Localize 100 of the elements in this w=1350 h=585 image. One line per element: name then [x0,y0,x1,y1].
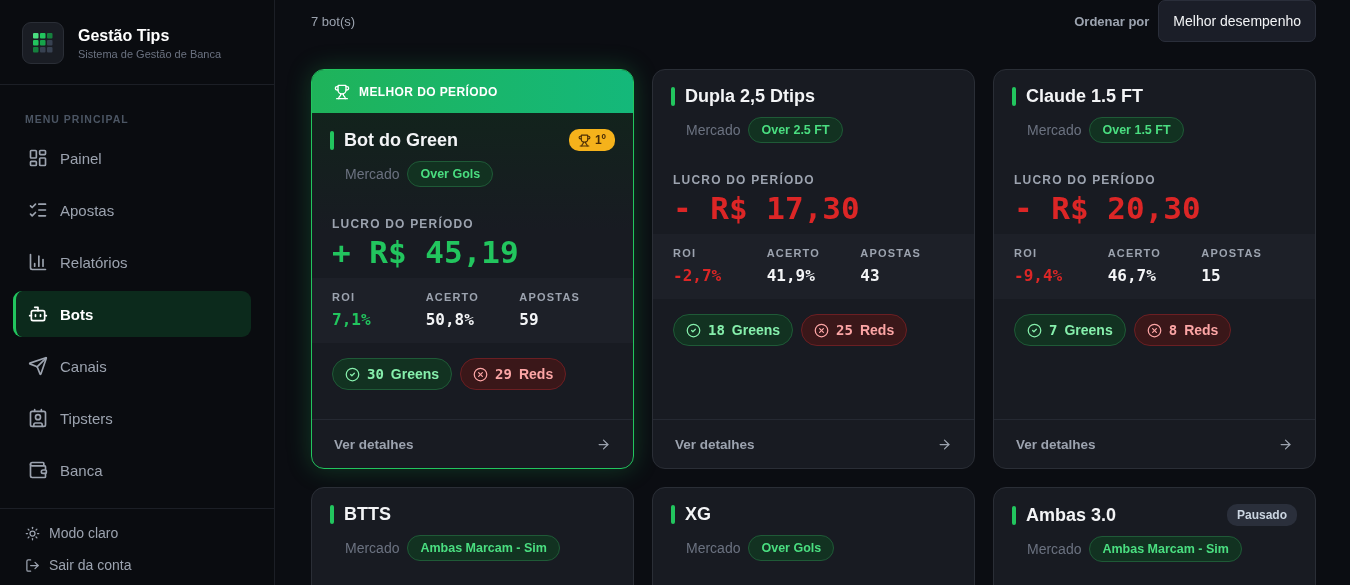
nav-item[interactable]: Relatórios [13,239,251,285]
details-link[interactable]: Ver detalhes [653,419,974,468]
nav-item[interactable]: Bots [13,291,251,337]
profit-label: LUCRO DO PERÍODO [1014,173,1157,187]
accent-bar [671,87,675,106]
arrow-right-icon [1278,436,1293,452]
result-count: 7 [1049,322,1058,338]
bot-name: XG [685,504,712,525]
result-label: Reds [1184,322,1219,338]
result-label: Greens [731,322,781,338]
stat-label: APOSTAS [1201,247,1264,259]
market-label: Mercado [345,166,400,182]
result-label: Greens [1064,322,1113,338]
nav-item[interactable]: Tipsters [13,395,251,441]
accent-bar [330,130,334,150]
accent-bar [671,505,675,524]
logout-link[interactable]: Sair da conta [25,557,249,573]
market-label: Mercado [1027,122,1082,138]
market-tag: Ambas Marcam - Sim [1089,536,1242,562]
x-icon [473,366,489,382]
nav-item[interactable]: Banca [13,447,251,493]
arrow-right-icon [937,436,952,452]
menu-heading: MENU PRINCIPAL [24,112,130,127]
stat-value: 59 [519,310,540,329]
market-label: Mercado [686,540,741,556]
theme-toggle[interactable]: Modo claro [25,525,249,541]
bot-name: BTTS [344,504,392,525]
check-icon [345,366,360,382]
nav-item[interactable]: Apostas [13,187,251,233]
nav-icon [28,200,48,220]
sun-icon [25,525,40,541]
rank-badge: 1º [568,129,615,151]
sort-select[interactable]: Melhor desempenho [1158,0,1316,42]
bot-name: Ambas 3.0 [1026,504,1118,526]
stat-value: 41,9% [766,266,816,285]
x-icon [814,322,830,338]
trophy-icon [334,83,350,100]
stat-value: -9,4% [1014,266,1064,285]
market-tag: Over 2.5 FT [748,117,843,143]
stat-label: ACERTO [766,247,822,259]
stat-label: APOSTAS [860,247,923,259]
accent-bar [1012,505,1016,525]
bot-name: Claude 1.5 FT [1026,86,1145,107]
profit-value: + R$ 45,19 [332,234,520,270]
arrow-right-icon [596,436,611,452]
profit-label: LUCRO DO PERÍODO [332,217,475,231]
stat-label: ACERTO [425,291,481,303]
result-label: Reds [859,322,895,338]
result-count: 30 [367,366,384,382]
nav-icon [28,460,48,480]
stat-value: 15 [1201,266,1222,285]
nav-icon [28,304,48,324]
stat-value: 7,1% [332,310,372,329]
market-tag: Over 1.5 FT [1089,117,1184,143]
details-link[interactable]: Ver detalhes [312,419,633,468]
stat-label: APOSTAS [519,291,582,303]
stat-value: -2,7% [673,266,723,285]
sort-label: Ordenar por [1074,13,1150,29]
result-label: Reds [518,366,554,382]
result-count: 25 [836,322,853,338]
market-label: Mercado [1027,541,1082,557]
result-count: 29 [495,366,512,382]
stat-value: 43 [860,266,881,285]
market-label: Mercado [686,122,741,138]
status-badge: Pausado [1227,504,1297,526]
stat-label: ROI [332,291,357,303]
market-tag: Over Gols [407,161,494,187]
details-link[interactable]: Ver detalhes [994,419,1315,468]
profit-value: - R$ 20,30 [1014,190,1202,226]
nav-icon [28,356,48,376]
stat-label: ACERTO [1107,247,1163,259]
best-banner: MELHOR DO PERÍODO [312,70,633,113]
check-icon [686,322,701,338]
accent-bar [330,505,334,524]
bot-count: 7 bot(s) [311,13,356,29]
nav-icon [28,408,48,428]
accent-bar [1012,87,1016,106]
logout-icon [25,557,40,573]
profit-value: - R$ 17,30 [673,190,861,226]
stat-value: 46,7% [1107,266,1157,285]
nav-icon [28,252,48,272]
result-count: 18 [708,322,725,338]
nav-item[interactable]: Canais [13,343,251,389]
app-title: Gestão Tips [78,26,171,45]
stat-label: ROI [1014,247,1039,259]
logo [22,22,64,64]
bot-name: Bot do Green [344,129,459,151]
stat-value: 50,8% [425,310,475,329]
bot-name: Dupla 2,5 Dtips [685,86,817,107]
market-tag: Ambas Marcam - Sim [407,535,560,561]
profit-label: LUCRO DO PERÍODO [673,173,816,187]
nav-icon [28,148,48,168]
stat-label: ROI [673,247,698,259]
check-icon [1027,322,1042,338]
app-subtitle: Sistema de Gestão de Banca [78,47,222,60]
nav-item[interactable]: Painel [13,135,251,181]
market-label: Mercado [345,540,400,556]
market-tag: Over Gols [748,535,835,561]
x-icon [1146,322,1162,338]
result-count: 8 [1168,322,1178,338]
